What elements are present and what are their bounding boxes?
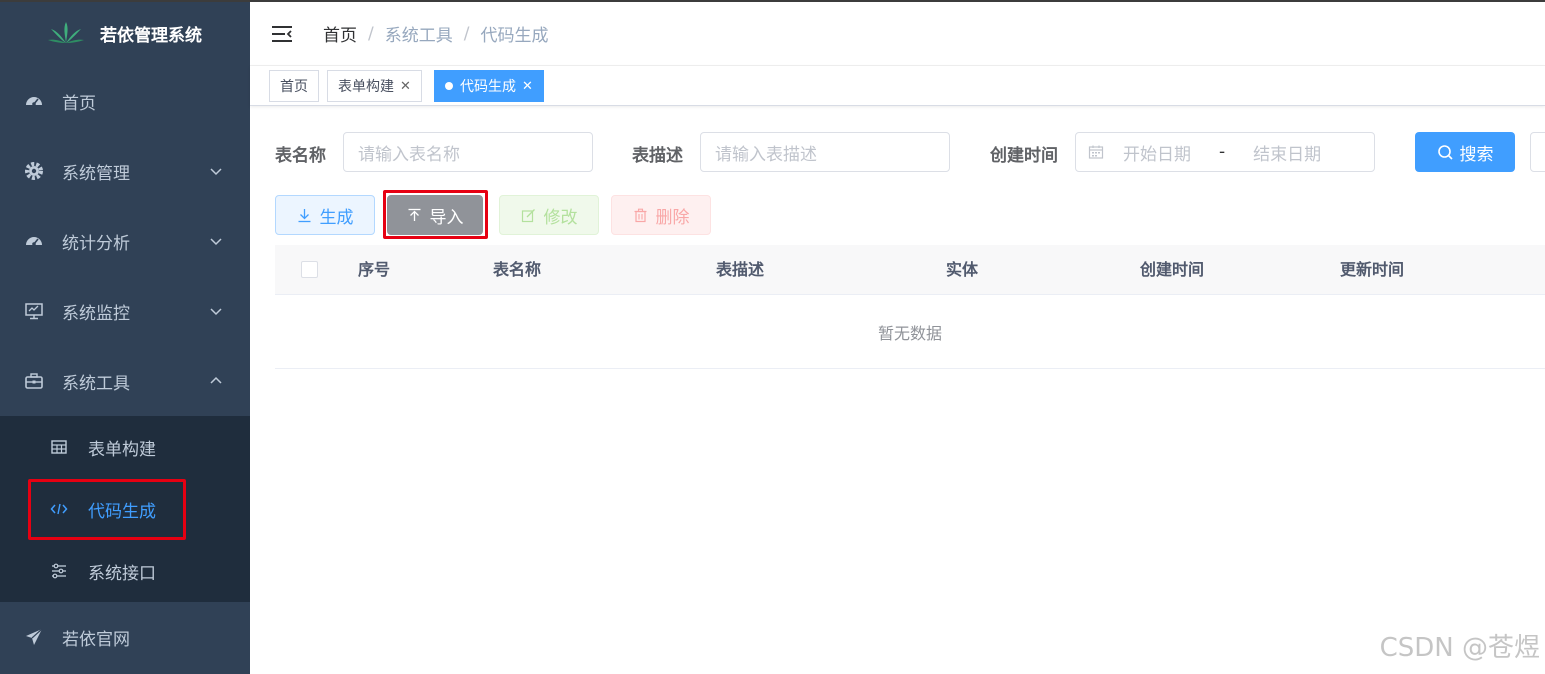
sidebar-item-label: 表单构建 bbox=[88, 439, 156, 460]
download-icon bbox=[297, 208, 312, 223]
tag-home[interactable]: 首页 bbox=[269, 70, 319, 102]
monitor-icon bbox=[24, 301, 44, 321]
column-header-updated-time: 更新时间 bbox=[1340, 260, 1405, 279]
tag-code-generation[interactable]: 代码生成 ✕ bbox=[434, 70, 544, 102]
select-all-checkbox[interactable] bbox=[301, 261, 318, 278]
table-desc-input[interactable]: 请输入表描述 bbox=[700, 132, 950, 172]
sidebar-item-ruoyi-website[interactable]: 若依官网 bbox=[0, 602, 250, 672]
system-tools-submenu: 表单构建 代码生成 系统接口 bbox=[0, 416, 250, 602]
edit-button[interactable]: 修改 bbox=[499, 195, 599, 235]
breadcrumb-item-home[interactable]: 首页 bbox=[323, 21, 357, 46]
navbar: 首页 / 系统工具 / 代码生成 bbox=[250, 2, 1545, 66]
calendar-icon bbox=[1088, 145, 1104, 159]
sidebar-item-system-api[interactable]: 系统接口 bbox=[0, 540, 250, 602]
import-button[interactable]: 导入 bbox=[387, 195, 483, 235]
empty-text: 暂无数据 bbox=[877, 323, 942, 343]
sidebar-item-label: 系统监控 bbox=[62, 303, 130, 324]
table-name-placeholder: 请输入表名称 bbox=[358, 144, 460, 165]
delete-button[interactable]: 删除 bbox=[611, 195, 711, 235]
search-button-label: 搜索 bbox=[1459, 144, 1494, 165]
date-range-separator: - bbox=[1219, 142, 1226, 162]
date-range-picker[interactable]: 开始日期 - 结束日期 bbox=[1075, 132, 1375, 172]
logo[interactable]: 若依管理系统 bbox=[0, 0, 250, 66]
sidebar-item-form-builder[interactable]: 表单构建 bbox=[0, 416, 250, 478]
dashboard-icon bbox=[24, 231, 44, 251]
sidebar: 若依管理系统 首页 系统管理 统计分析 系统监控 系统工具 表单构建 代码生成 … bbox=[0, 0, 250, 674]
chevron-up-icon bbox=[210, 376, 222, 384]
close-icon[interactable]: ✕ bbox=[522, 79, 533, 94]
paper-plane-icon bbox=[24, 627, 44, 647]
table-desc-label: 表描述 bbox=[632, 146, 683, 166]
sidebar-item-label: 若依官网 bbox=[62, 629, 130, 650]
close-icon[interactable]: ✕ bbox=[400, 79, 411, 94]
window-top-border bbox=[0, 0, 1545, 2]
generate-button[interactable]: 生成 bbox=[275, 195, 375, 235]
main-content: 首页 / 系统工具 / 代码生成 首页 表单构建 ✕ 代码生成 ✕ 表名称 请输… bbox=[250, 0, 1545, 674]
column-header-created-time: 创建时间 bbox=[1140, 260, 1205, 279]
active-dot-icon bbox=[445, 82, 453, 90]
column-header-table-desc: 表描述 bbox=[716, 260, 765, 279]
start-date-placeholder: 开始日期 bbox=[1123, 144, 1191, 165]
sidebar-item-home[interactable]: 首页 bbox=[0, 66, 250, 136]
breadcrumb-separator: / bbox=[368, 23, 374, 44]
search-button[interactable]: 搜索 bbox=[1415, 132, 1515, 172]
toolbox-icon bbox=[24, 371, 44, 391]
gear-icon bbox=[24, 161, 44, 181]
breadcrumb-separator: / bbox=[463, 23, 470, 44]
watermark: CSDN @苍煜 bbox=[1379, 633, 1540, 663]
sidebar-item-system-monitor[interactable]: 系统监控 bbox=[0, 276, 250, 346]
tag-label: 表单构建 bbox=[338, 79, 394, 95]
table-name-input[interactable]: 请输入表名称 bbox=[343, 132, 593, 172]
tag-label: 代码生成 bbox=[460, 79, 516, 95]
edit-button-label: 修改 bbox=[543, 207, 578, 228]
sidebar-item-label: 系统管理 bbox=[62, 163, 130, 184]
sidebar-item-label: 首页 bbox=[62, 93, 96, 114]
delete-button-label: 删除 bbox=[655, 207, 690, 228]
end-date-placeholder: 结束日期 bbox=[1253, 144, 1322, 165]
chevron-down-icon bbox=[210, 238, 222, 246]
table-icon bbox=[50, 438, 68, 456]
created-time-label: 创建时间 bbox=[990, 146, 1058, 166]
table-header: 序号 表名称 表描述 实体 创建时间 更新时间 bbox=[275, 245, 1545, 295]
tag-form-builder[interactable]: 表单构建 ✕ bbox=[327, 70, 422, 102]
column-header-entity: 实体 bbox=[946, 260, 979, 279]
sidebar-item-code-generation[interactable]: 代码生成 bbox=[0, 478, 250, 540]
trash-icon bbox=[633, 208, 648, 223]
code-icon bbox=[50, 500, 68, 518]
sidebar-item-system-tools[interactable]: 系统工具 bbox=[0, 346, 250, 416]
dashboard-icon bbox=[24, 91, 44, 111]
generate-button-label: 生成 bbox=[319, 207, 354, 228]
breadcrumb-item-system-tools: 系统工具 bbox=[384, 26, 453, 46]
app-title: 若依管理系统 bbox=[100, 25, 202, 46]
edit-icon bbox=[521, 208, 536, 223]
sidebar-item-label: 代码生成 bbox=[88, 501, 156, 522]
table-empty: 暂无数据 bbox=[275, 295, 1545, 369]
sidebar-item-statistics[interactable]: 统计分析 bbox=[0, 206, 250, 276]
chevron-down-icon bbox=[210, 168, 222, 176]
leaf-logo-icon bbox=[48, 22, 84, 43]
table-name-label: 表名称 bbox=[275, 146, 326, 166]
app-root: 若依管理系统 首页 系统管理 统计分析 系统监控 系统工具 表单构建 代码生成 … bbox=[0, 0, 1545, 674]
sidebar-item-system-management[interactable]: 系统管理 bbox=[0, 136, 250, 206]
sidebar-item-label: 统计分析 bbox=[62, 233, 130, 254]
sidebar-item-label: 系统工具 bbox=[62, 373, 130, 394]
reset-button[interactable] bbox=[1530, 132, 1545, 172]
tag-label: 首页 bbox=[280, 79, 308, 95]
breadcrumb-item-code-generation: 代码生成 bbox=[480, 26, 549, 46]
column-header-table-name: 表名称 bbox=[493, 260, 542, 279]
tags-view-bar: 首页 表单构建 ✕ 代码生成 ✕ bbox=[250, 66, 1545, 106]
breadcrumb: 首页 / 系统工具 / 代码生成 bbox=[323, 21, 549, 47]
sidebar-item-label: 系统接口 bbox=[88, 563, 156, 584]
column-header-index: 序号 bbox=[358, 260, 391, 279]
table-desc-placeholder: 请输入表描述 bbox=[715, 144, 817, 165]
upload-icon bbox=[407, 208, 422, 223]
import-button-label: 导入 bbox=[429, 207, 464, 228]
chevron-down-icon bbox=[210, 308, 222, 316]
search-icon bbox=[1437, 144, 1453, 160]
menu-collapse-icon[interactable] bbox=[271, 24, 293, 44]
sliders-icon bbox=[50, 562, 68, 580]
